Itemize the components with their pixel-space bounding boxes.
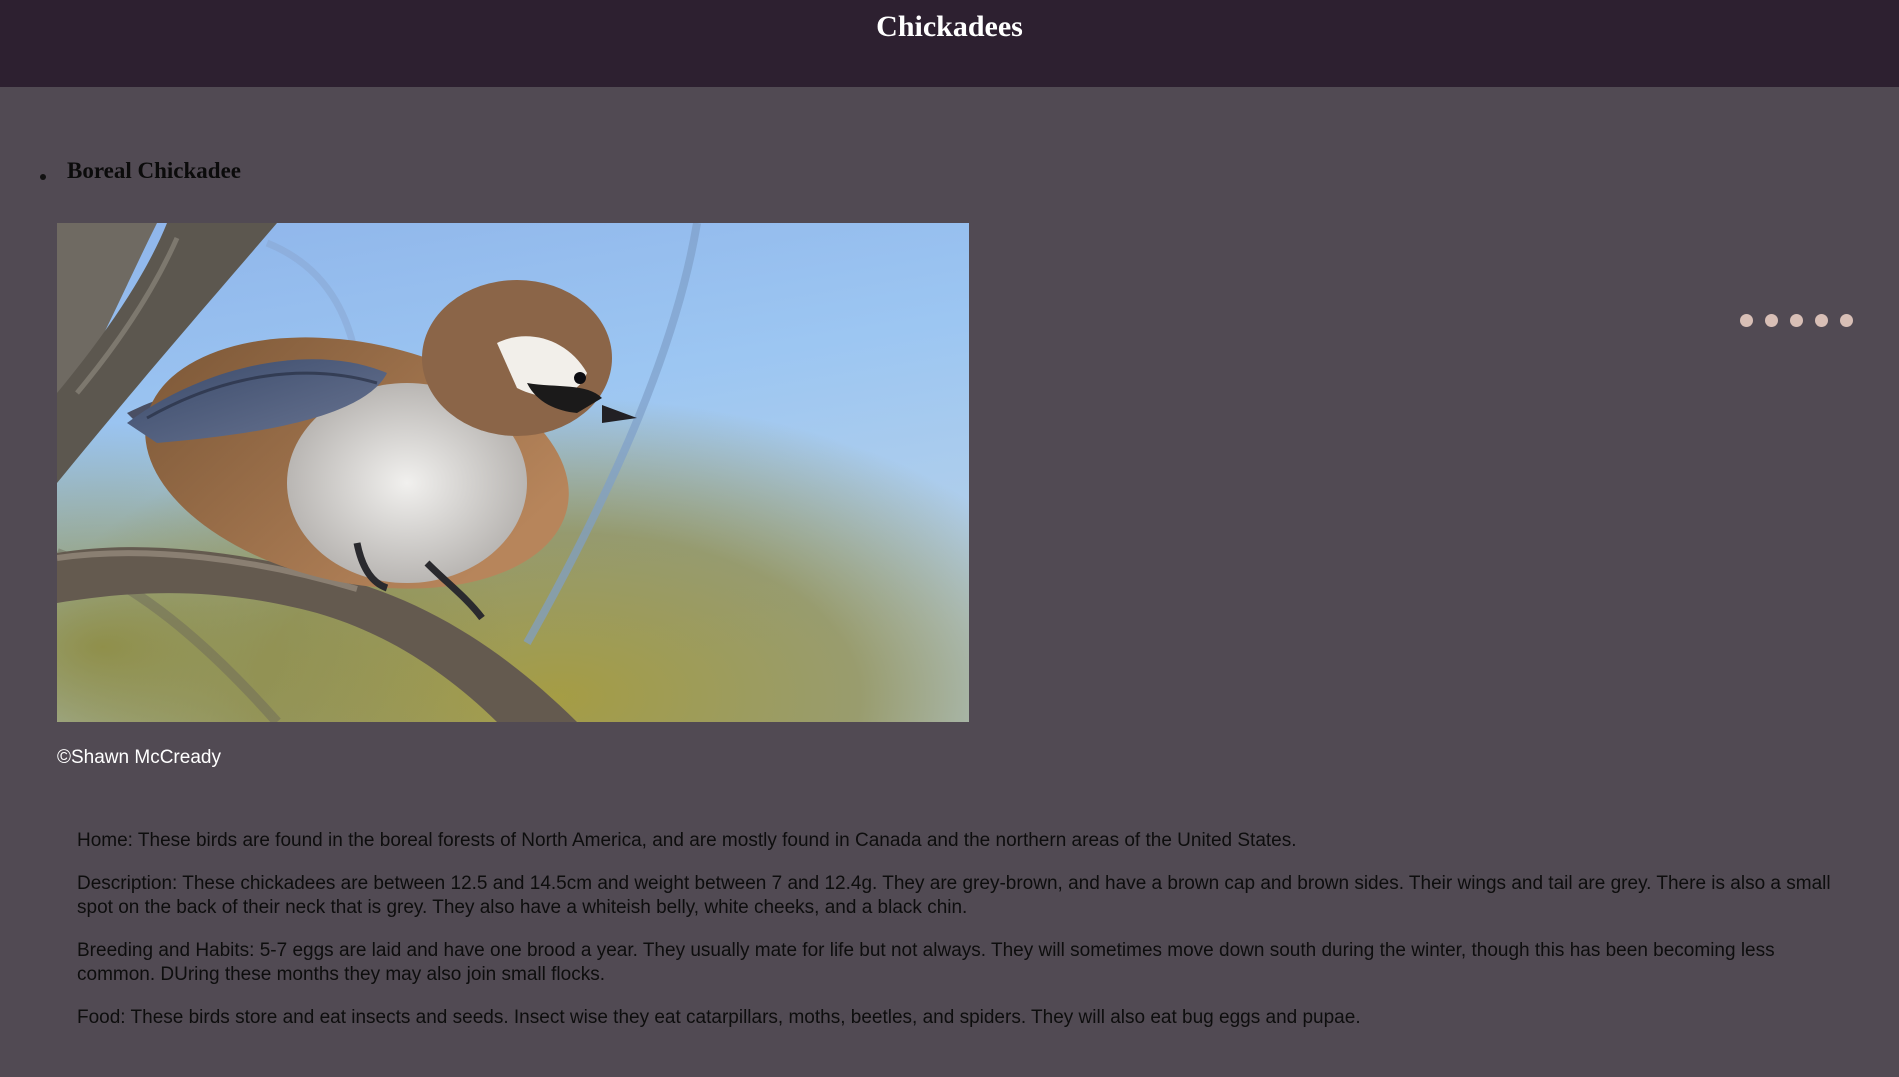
description-paragraph: Description: These chickadees are betwee… — [77, 873, 1831, 918]
food-paragraph: Food: These birds store and eat insects … — [77, 1007, 1361, 1028]
page-header: Chickadees — [0, 0, 1899, 87]
carousel-dot[interactable] — [1840, 314, 1853, 327]
carousel-dot[interactable] — [1765, 314, 1778, 327]
carousel-dot[interactable] — [1740, 314, 1753, 327]
carousel-dot[interactable] — [1815, 314, 1828, 327]
carousel-dot[interactable] — [1790, 314, 1803, 327]
breeding-paragraph: Breeding and Habits: 5-7 eggs are laid a… — [77, 940, 1775, 985]
bird-name-heading: Boreal Chickadee — [67, 158, 241, 183]
home-paragraph: Home: These birds are found in the borea… — [77, 830, 1297, 851]
photo-credit: ©Shawn McCready — [57, 747, 221, 768]
bird-photo — [57, 223, 969, 722]
page-title: Chickadees — [876, 10, 1023, 43]
bullet-icon — [40, 174, 46, 180]
bird-info: Home: These birds are found in the borea… — [77, 829, 1857, 1049]
